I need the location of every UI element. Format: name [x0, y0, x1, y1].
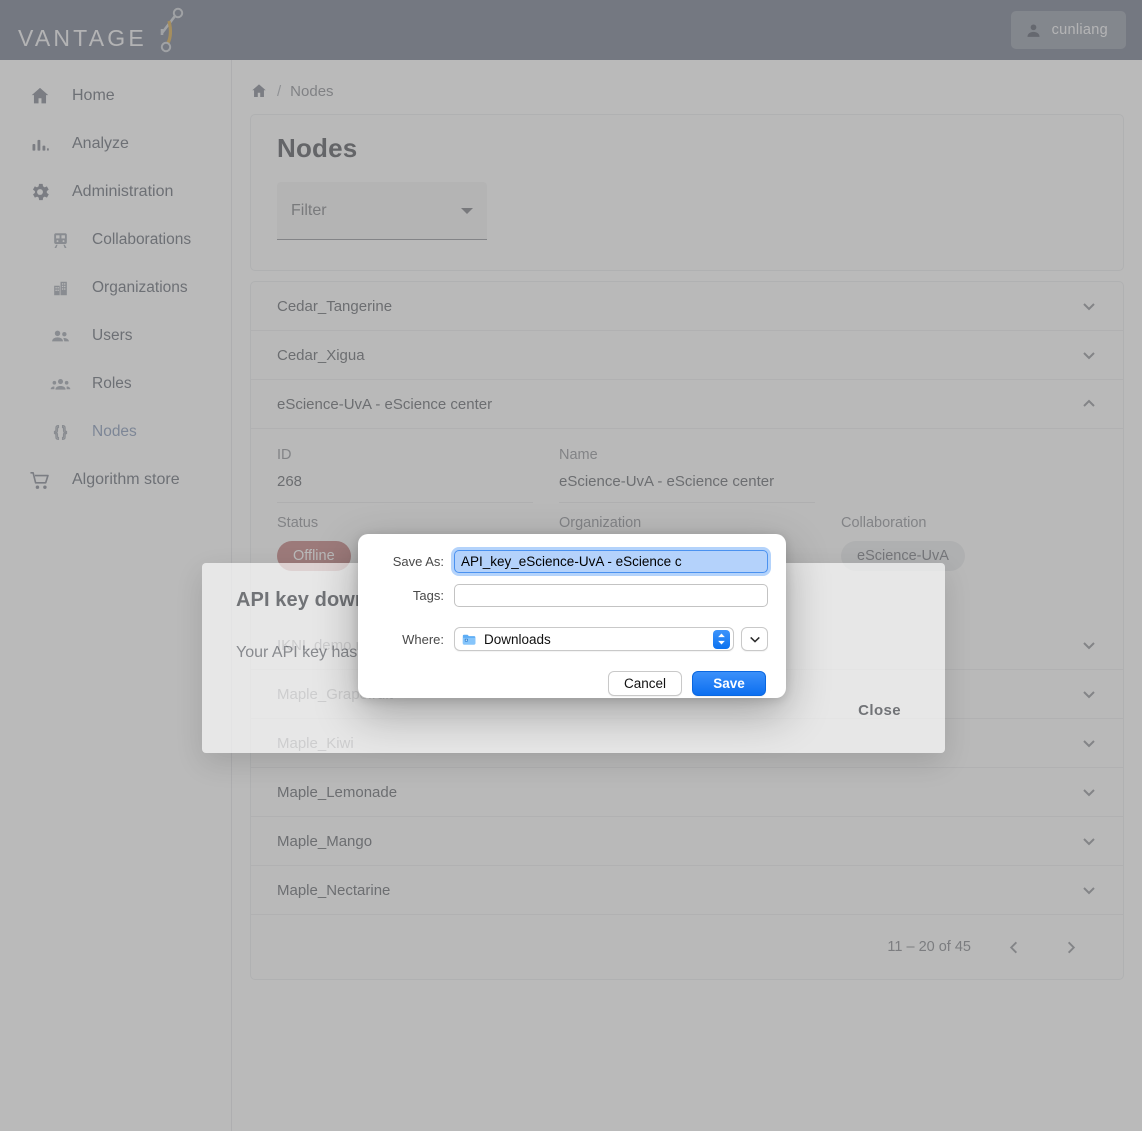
folder-icon: [462, 633, 484, 646]
tags-input[interactable]: [454, 584, 768, 607]
expand-browser-button[interactable]: [741, 627, 768, 651]
up-down-stepper-icon[interactable]: [713, 629, 730, 649]
where-value: Downloads: [484, 631, 551, 647]
filename-input[interactable]: [454, 550, 768, 573]
close-button[interactable]: Close: [848, 694, 911, 727]
tags-label: Tags:: [412, 588, 444, 603]
save-as-label: Save As:: [392, 554, 444, 569]
where-row: Where: Downloads: [376, 627, 768, 651]
where-location-select[interactable]: Downloads: [454, 627, 734, 651]
tags-row: Tags:: [376, 584, 768, 607]
cancel-button[interactable]: Cancel: [608, 671, 682, 696]
sheet-actions: Cancel Save: [376, 671, 768, 696]
dialog-actions: Close: [236, 694, 911, 727]
save-file-sheet: Save As: Tags: Where: Downloads: [358, 534, 786, 698]
save-as-row: Save As:: [376, 550, 768, 573]
where-label: Where:: [402, 631, 444, 647]
save-button[interactable]: Save: [692, 671, 766, 696]
